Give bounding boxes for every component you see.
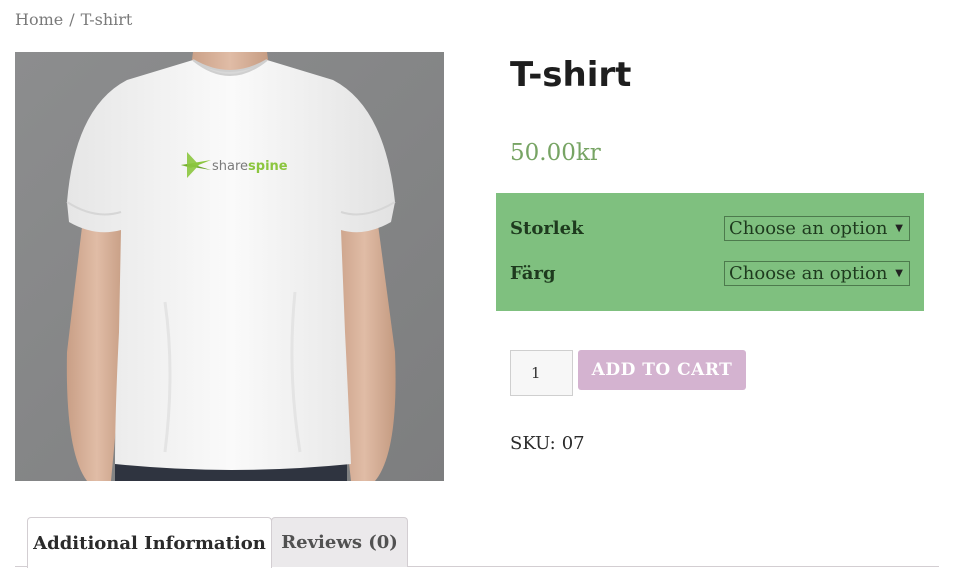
product-price: 50.00kr — [510, 140, 601, 166]
tshirt-photo: sharespine — [15, 52, 444, 481]
size-select[interactable]: Choose an option ▼ — [724, 215, 910, 241]
sku-label: SKU: — [510, 433, 556, 454]
variation-row-color: Färg Choose an option ▼ — [510, 258, 910, 288]
breadcrumb-current: T-shirt — [80, 10, 133, 29]
product-title: T-shirt — [510, 55, 632, 95]
color-label: Färg — [510, 262, 556, 284]
variations-panel: Storlek Choose an option ▼ Färg Choose a… — [496, 193, 924, 311]
color-select-value: Choose an option — [729, 262, 888, 284]
breadcrumb-separator: / — [69, 10, 75, 29]
caret-down-icon: ▼ — [895, 267, 903, 279]
size-select-value: Choose an option — [729, 217, 888, 239]
color-select[interactable]: Choose an option ▼ — [724, 260, 910, 286]
product-image[interactable]: sharespine — [15, 52, 444, 481]
caret-down-icon: ▼ — [895, 222, 903, 234]
tab-additional-information[interactable]: Additional Information — [27, 517, 272, 568]
tab-reviews[interactable]: Reviews (0) — [271, 517, 408, 567]
sku-value: 07 — [561, 433, 585, 454]
breadcrumb-home-link[interactable]: Home — [15, 10, 63, 29]
breadcrumb: Home / T-shirt — [15, 10, 132, 29]
svg-text:sharespine: sharespine — [212, 159, 288, 174]
size-label: Storlek — [510, 217, 584, 239]
quantity-input[interactable]: 1 — [510, 350, 573, 396]
add-to-cart-button[interactable]: ADD TO CART — [578, 350, 746, 390]
sku: SKU: 07 — [510, 433, 585, 454]
variation-row-size: Storlek Choose an option ▼ — [510, 213, 910, 243]
